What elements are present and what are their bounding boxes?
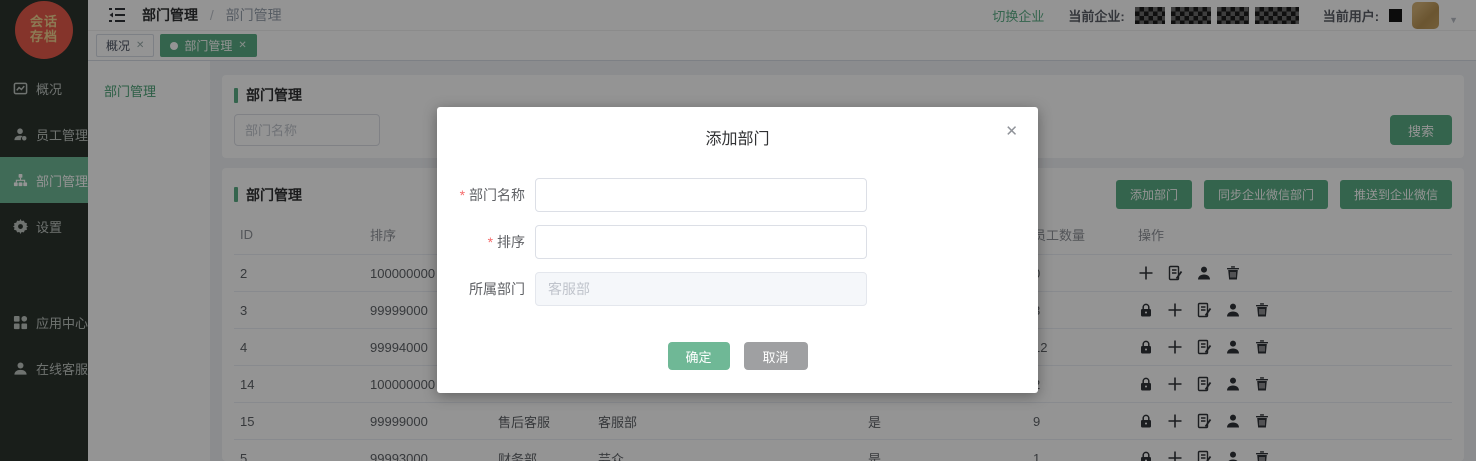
modal-title: 添加部门	[437, 107, 1038, 149]
field-label-parent-department: 所属部门	[437, 279, 535, 299]
field-label-sort: 排序	[437, 232, 535, 252]
department-name-field[interactable]	[535, 178, 867, 212]
field-label-department-name: 部门名称	[437, 185, 535, 205]
add-department-modal: 添加部门 ✕ 部门名称 排序 所属部门 确定 取消	[437, 107, 1038, 393]
sort-field[interactable]	[535, 225, 867, 259]
parent-department-field	[535, 272, 867, 306]
close-icon[interactable]: ✕	[1005, 122, 1018, 140]
cancel-button[interactable]: 取消	[744, 342, 808, 370]
confirm-button[interactable]: 确定	[668, 342, 730, 370]
